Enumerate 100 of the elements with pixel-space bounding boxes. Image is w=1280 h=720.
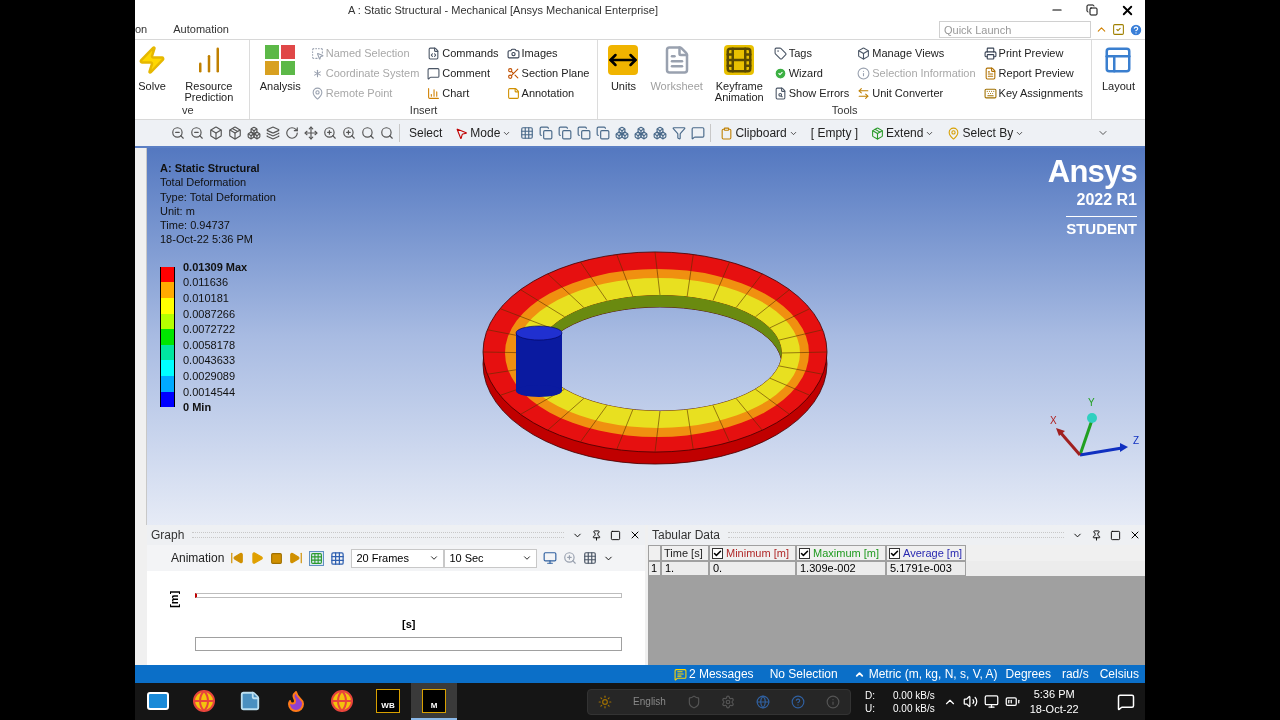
printer-icon xyxy=(983,46,997,60)
ribbon-button[interactable]: Comment xyxy=(427,65,499,81)
toolbar-menu-button[interactable]: Select By xyxy=(943,124,1029,142)
table-cell: 1. xyxy=(661,561,709,576)
column-checkbox[interactable] xyxy=(889,547,900,559)
column-checkbox[interactable] xyxy=(799,547,810,559)
zoom-out-icon[interactable] xyxy=(171,126,185,140)
close-icon[interactable] xyxy=(629,529,641,541)
ribbon-button[interactable]: Analysis xyxy=(257,45,303,92)
ribbon-button[interactable]: Layout xyxy=(1099,45,1137,92)
ribbon-button[interactable]: Key Assignments xyxy=(983,85,1083,101)
toolbar-menu-button[interactable]: Clipboard xyxy=(716,124,802,142)
restore-icon[interactable] xyxy=(1086,4,1098,16)
ribbon-button[interactable]: Units xyxy=(606,45,641,92)
feedback-icon[interactable] xyxy=(1112,23,1125,36)
toolbar-menu-button[interactable]: Extend xyxy=(867,124,939,142)
menu-tab[interactable]: on xyxy=(135,21,148,38)
row-number: 1 xyxy=(648,561,661,576)
point-icon xyxy=(310,86,324,100)
legend-label: 0.0058178 xyxy=(183,337,236,353)
frames-dropdown[interactable]: 20 Frames xyxy=(351,548,445,568)
layers-icon[interactable] xyxy=(266,126,280,140)
messages-status[interactable]: 2 Messages xyxy=(688,665,754,683)
app-label: WB xyxy=(376,688,400,713)
filter-icon[interactable] xyxy=(672,126,687,140)
angular-velocity-unit[interactable]: rad/s xyxy=(1061,665,1089,683)
cubes-icon[interactable] xyxy=(247,126,261,140)
filter-icon[interactable] xyxy=(558,126,573,140)
ribbon-button[interactable]: Tags xyxy=(773,45,850,61)
caret-icon xyxy=(429,553,440,563)
panel-title: Graph xyxy=(151,527,185,544)
filter-icon[interactable] xyxy=(634,126,649,140)
taskbar-app[interactable]: M xyxy=(411,683,457,720)
upload-label: U: xyxy=(865,701,875,715)
export-icon[interactable] xyxy=(543,551,558,565)
maximize-icon[interactable] xyxy=(610,529,621,541)
zoom-in-icon[interactable] xyxy=(342,126,356,140)
pin-icon[interactable] xyxy=(591,529,602,541)
views-icon xyxy=(857,46,871,60)
zoom-in-icon[interactable] xyxy=(323,126,337,140)
pan-icon[interactable] xyxy=(304,126,318,140)
frames-icon[interactable] xyxy=(330,550,346,566)
message-icon xyxy=(673,667,687,681)
filter-icon[interactable] xyxy=(615,126,630,140)
language-indicator[interactable]: English xyxy=(633,694,666,709)
filter-icon[interactable] xyxy=(653,126,668,140)
ribbon-button[interactable]: Annotation xyxy=(506,85,590,101)
ribbon-button[interactable]: Solve xyxy=(135,45,169,92)
clock-time[interactable]: 5:36 PM xyxy=(1033,686,1075,702)
volume-icon[interactable] xyxy=(962,694,978,709)
zoom-out-icon[interactable] xyxy=(190,126,204,140)
menu-tab[interactable]: Automation xyxy=(173,21,229,38)
angle-unit[interactable]: Degrees xyxy=(1005,665,1051,683)
ribbon-button[interactable]: Report Preview xyxy=(983,65,1083,81)
notifications-icon[interactable] xyxy=(1117,692,1135,711)
tray-icon[interactable] xyxy=(598,694,613,709)
ribbon-button[interactable]: Chart xyxy=(427,85,499,101)
ribbon-button[interactable]: Wizard xyxy=(773,65,850,81)
quick-launch-field[interactable]: Quick Launch xyxy=(939,21,1091,38)
battery-icon[interactable] xyxy=(1004,694,1020,709)
ribbon-button[interactable]: Unit Converter xyxy=(857,85,976,101)
camera-icon xyxy=(506,46,520,60)
ribbon-button[interactable]: Commands xyxy=(427,45,499,61)
toolbar-menu-button[interactable]: Mode xyxy=(451,124,516,142)
network-icon[interactable] xyxy=(983,694,999,709)
duration-dropdown[interactable]: 10 Sec xyxy=(444,548,538,568)
maximize-icon[interactable] xyxy=(1110,529,1121,541)
ribbon-button[interactable]: Show Errors xyxy=(773,85,850,101)
grid-icon[interactable] xyxy=(583,551,598,565)
clock-date[interactable]: 18-Oct-22 xyxy=(1029,701,1079,717)
filter-icon[interactable] xyxy=(691,126,706,140)
cube-icon[interactable] xyxy=(228,126,242,140)
ribbon-button[interactable]: Keyframe Animation xyxy=(712,45,766,103)
ribbon-button[interactable]: Resource Prediction xyxy=(177,45,241,103)
converter-icon xyxy=(857,86,871,100)
close-icon[interactable] xyxy=(1129,529,1141,541)
stop-icon[interactable] xyxy=(270,551,284,565)
filter-icon[interactable] xyxy=(539,126,554,140)
axis-label: [m] xyxy=(167,590,182,608)
axis-label: Z xyxy=(1133,435,1140,446)
toolbar-button[interactable]: Select xyxy=(405,124,447,142)
column-checkbox[interactable] xyxy=(712,547,723,559)
filter-icon[interactable] xyxy=(520,126,535,140)
toolbar-button[interactable]: [ Empty ] xyxy=(806,124,863,142)
ribbon-button[interactable]: Manage Views xyxy=(857,45,976,61)
units-status[interactable]: Metric (m, kg, N, s, V, A) xyxy=(868,665,998,683)
ribbon-button[interactable]: Print Preview xyxy=(983,45,1083,61)
search-icon[interactable] xyxy=(380,126,394,140)
temperature-unit[interactable]: Celsius xyxy=(1099,665,1139,683)
cube-icon[interactable] xyxy=(209,126,223,140)
filter-icon[interactable] xyxy=(596,126,611,140)
ribbon-button[interactable]: Section Plane xyxy=(506,65,590,81)
ribbon-button[interactable]: Images xyxy=(506,45,590,61)
frames-icon[interactable] xyxy=(309,550,325,566)
taskbar-app[interactable]: WB xyxy=(365,683,411,720)
rotate-icon[interactable] xyxy=(285,126,299,140)
filter-icon[interactable] xyxy=(577,126,592,140)
search-icon[interactable] xyxy=(361,126,375,140)
pin-icon[interactable] xyxy=(1091,529,1102,541)
legend-label: 0.0043633 xyxy=(183,353,236,369)
